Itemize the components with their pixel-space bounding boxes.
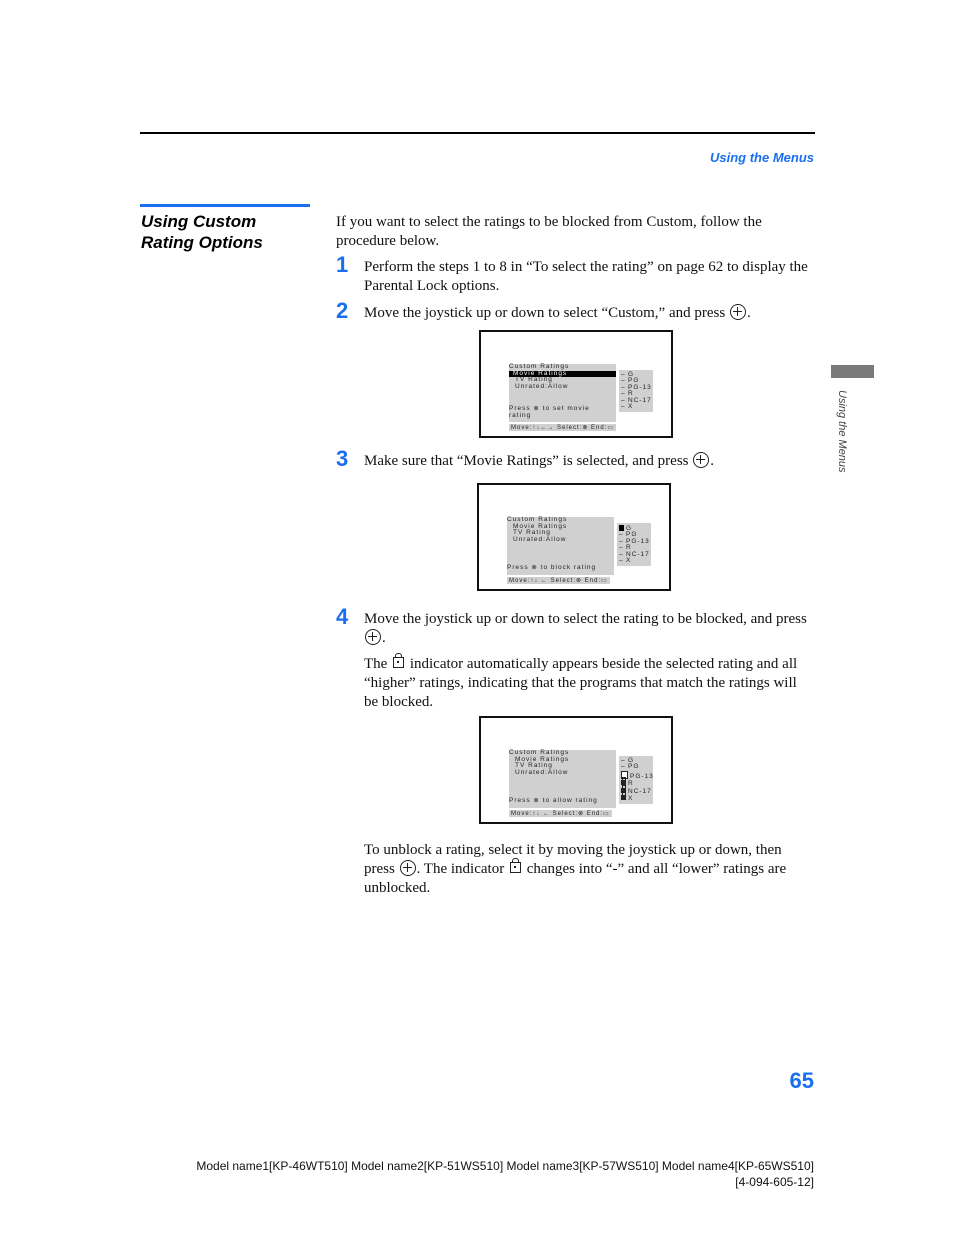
tv-screen-1: Custom Ratings Movie Ratings TV Rating U… bbox=[479, 330, 673, 438]
menu-item-unrated: Unrated:Allow bbox=[513, 535, 567, 543]
footer: Model name1[KP-46WT510] Model name2[KP-5… bbox=[196, 1158, 814, 1190]
unblock-part2: . The indicator bbox=[416, 861, 505, 877]
tv-screen-3: Custom Ratings Movie Ratings TV Rating U… bbox=[479, 716, 673, 824]
rating-item: X bbox=[621, 792, 651, 802]
screen-1-ratings: – G – PG – PG-13 – R – NC-17 – X bbox=[619, 370, 653, 413]
joystick-button-icon bbox=[399, 860, 416, 876]
lock-icon bbox=[509, 858, 521, 873]
side-tab bbox=[831, 365, 874, 378]
step-number-1: 1 bbox=[336, 252, 349, 277]
screen-2-footer: Move:↑↓ ← Select:⊗ End:▭ bbox=[507, 577, 610, 584]
note-before: The bbox=[364, 656, 388, 672]
step-2-text-after: . bbox=[746, 305, 751, 321]
cursor-marker bbox=[619, 525, 624, 531]
screen-1-footer: Move:↑↓←→ Select:⊗ End:▭ bbox=[509, 424, 617, 431]
top-rule bbox=[140, 132, 815, 134]
step-3-text-after: . bbox=[710, 453, 714, 469]
screen-1-menu: Custom Ratings Movie Ratings TV Rating U… bbox=[509, 363, 616, 422]
press-instruction-2: rating bbox=[509, 411, 532, 419]
rating-item: – X bbox=[621, 403, 634, 411]
section-heading-line2: Rating Options bbox=[141, 233, 263, 252]
step-4-text-before: Move the joystick up or down to select t… bbox=[364, 611, 807, 627]
joystick-button-icon bbox=[693, 452, 710, 468]
intro-paragraph: If you want to select the ratings to be … bbox=[336, 214, 762, 249]
step-number-2: 2 bbox=[336, 298, 349, 323]
tv-screen-2: Custom Ratings Movie Ratings TV Rating U… bbox=[477, 483, 671, 591]
section-heading-line1: Using Custom bbox=[141, 212, 257, 231]
step-3-text-before: Make sure that “Movie Ratings” is select… bbox=[364, 453, 689, 469]
step-2-text-before: Move the joystick up or down to select “… bbox=[364, 305, 726, 321]
step-4-text: Move the joystick up or down to select t… bbox=[364, 610, 814, 648]
step-1-text: Perform the steps 1 to 8 in “To select t… bbox=[364, 259, 808, 294]
side-tab-label: Using the Menus bbox=[836, 390, 848, 473]
press-instruction: Press ⊗ to allow rating bbox=[509, 797, 598, 804]
screen-3-menu: Custom Ratings Movie Ratings TV Rating U… bbox=[509, 749, 616, 808]
joystick-button-icon bbox=[729, 304, 746, 320]
unblock-note: To unblock a rating, select it by moving… bbox=[364, 841, 814, 898]
footer-models: Model name1[KP-46WT510] Model name2[KP-5… bbox=[196, 1159, 814, 1173]
step-4-text-after: . bbox=[382, 630, 386, 646]
step-4-note: The indicator automatically appears besi… bbox=[364, 653, 814, 712]
screen-3-ratings: – G – PG PG-13 R NC-17 X bbox=[619, 756, 653, 805]
screen-2-ratings: G – PG – PG-13 – R – NC-17 – X bbox=[617, 523, 651, 567]
rating-item: – X bbox=[619, 557, 632, 565]
screen-3-footer: Move:↑↓ ← Select:⊗ End:▭ bbox=[509, 810, 612, 817]
lock-icon bbox=[621, 792, 626, 801]
running-header: Using the Menus bbox=[709, 150, 814, 165]
lock-icon bbox=[393, 653, 405, 668]
page-number: 65 bbox=[789, 1068, 814, 1093]
step-2-text: Move the joystick up or down to select “… bbox=[364, 304, 814, 323]
screen-2-menu: Custom Ratings Movie Ratings TV Rating U… bbox=[507, 516, 614, 575]
press-instruction: Press ⊗ to block rating bbox=[507, 564, 597, 571]
menu-item-unrated: Unrated:Allow bbox=[515, 768, 569, 776]
note-after: indicator automatically appears beside t… bbox=[364, 656, 798, 710]
step-number-4: 4 bbox=[336, 604, 349, 629]
joystick-button-icon bbox=[365, 629, 381, 645]
heading-rule bbox=[140, 204, 310, 207]
menu-item-unrated: Unrated:Allow bbox=[515, 382, 569, 390]
step-number-3: 3 bbox=[336, 446, 349, 471]
section-heading: Using Custom Rating Options bbox=[141, 211, 263, 253]
footer-code: [4-094-605-12] bbox=[735, 1175, 814, 1189]
step-3-text: Make sure that “Movie Ratings” is select… bbox=[364, 452, 814, 471]
